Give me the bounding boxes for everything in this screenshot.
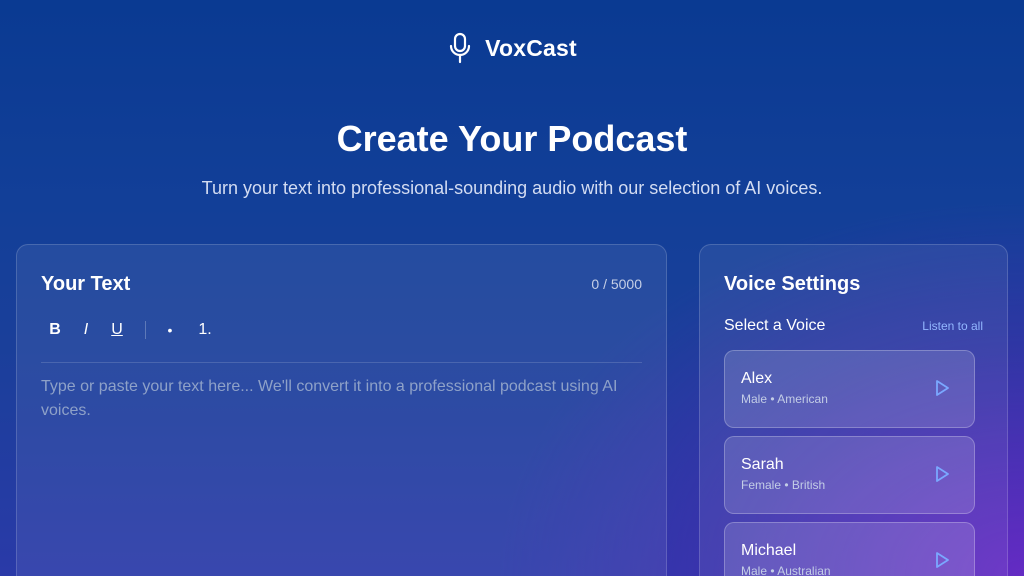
text-editor[interactable]: Type or paste your text here... We'll co…	[41, 375, 651, 423]
text-panel: Your Text 0 / 5000 B I U • 1. Type or pa…	[16, 244, 667, 576]
voice-name: Sarah	[741, 456, 784, 473]
voice-name: Alex	[741, 370, 773, 387]
brand-name: VoxCast	[485, 34, 577, 61]
page-subtitle: Turn your text into professional-soundin…	[201, 178, 823, 198]
numbered-list-button[interactable]: 1.	[190, 317, 220, 343]
voice-details: Male • American	[741, 392, 828, 406]
listen-to-all-link[interactable]: Listen to all	[922, 319, 983, 333]
text-panel-title: Your Text	[41, 273, 131, 295]
bold-button[interactable]: B	[41, 317, 69, 343]
microphone-icon	[450, 32, 471, 64]
toolbar-divider	[145, 321, 146, 339]
voice-card-michael[interactable]: Michael Male • Australian	[724, 522, 975, 576]
select-voice-label: Select a Voice	[724, 317, 826, 334]
voice-card-sarah[interactable]: Sarah Female • British	[724, 436, 975, 514]
brand-logo[interactable]: VoxCast	[0, 32, 1024, 64]
underline-button[interactable]: U	[103, 317, 131, 343]
page-title: Create Your Podcast	[336, 118, 688, 159]
voice-panel-title: Voice Settings	[724, 273, 861, 295]
formatting-toolbar: B I U • 1.	[41, 317, 642, 363]
voice-name: Michael	[741, 542, 797, 559]
voice-details: Female • British	[741, 478, 826, 492]
bullet-list-button[interactable]: •	[160, 317, 180, 343]
character-count: 0 / 5000	[591, 276, 642, 292]
voice-settings-panel: Voice Settings Select a Voice Listen to …	[699, 244, 1008, 576]
italic-button[interactable]: I	[69, 317, 103, 343]
voice-details: Male • Australian	[741, 564, 831, 576]
play-icon[interactable]	[934, 551, 950, 569]
play-icon[interactable]	[934, 379, 950, 397]
play-icon[interactable]	[934, 465, 950, 483]
voice-card-alex[interactable]: Alex Male • American	[724, 350, 975, 428]
